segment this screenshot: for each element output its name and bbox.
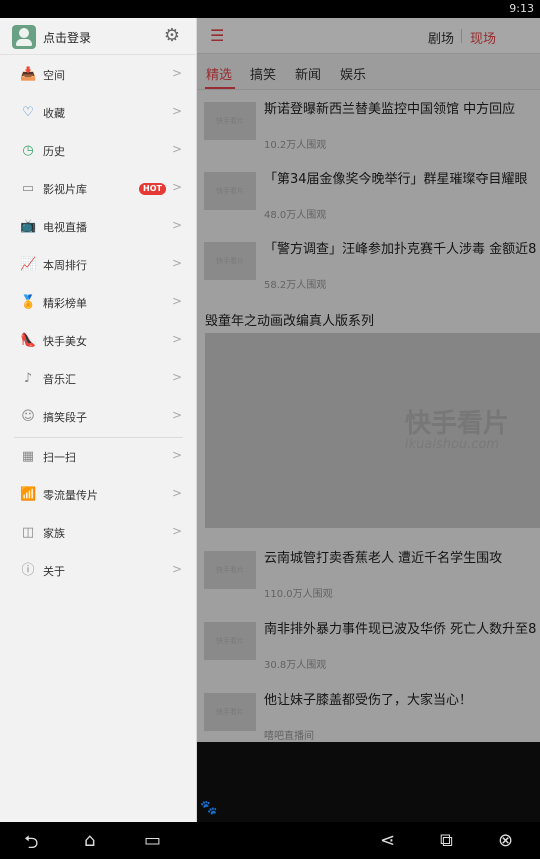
- chart-icon: 📈: [20, 257, 37, 272]
- drawer-item-tv-live[interactable]: 📺 电视直播 >: [0, 208, 197, 246]
- drawer-item-label: 扫一扫: [43, 451, 76, 464]
- chevron-right-icon: >: [172, 370, 183, 384]
- chevron-right-icon: >: [172, 486, 183, 500]
- drawer-item-history[interactable]: ◷ 历史 >: [0, 132, 197, 170]
- status-bar: 9:13: [0, 0, 540, 18]
- recent-apps-icon[interactable]: ▭: [144, 830, 161, 851]
- avatar[interactable]: [12, 25, 36, 49]
- status-time: 9:13: [509, 2, 534, 15]
- heart-icon: ♡: [22, 105, 34, 120]
- drawer-item-label: 本周排行: [43, 259, 87, 272]
- drawer-item-scan[interactable]: ▦ 扫一扫 >: [0, 438, 197, 476]
- drawer-item-label: 收藏: [43, 107, 65, 120]
- smile-icon: ☺: [21, 409, 35, 424]
- drawer-item-label: 音乐汇: [43, 373, 76, 386]
- drawer-item-label: 家族: [43, 527, 65, 540]
- info-icon: ⓘ: [21, 563, 35, 578]
- chevron-right-icon: >: [172, 408, 183, 422]
- drawer-item-weekly-rank[interactable]: 📈 本周排行 >: [0, 246, 197, 284]
- drawer-item-label: 精彩榜单: [43, 297, 87, 310]
- chevron-right-icon: >: [172, 332, 183, 346]
- wifi-icon: 📶: [20, 487, 37, 502]
- drawer-item-film-library[interactable]: ▭ 影视片库 HOT >: [0, 170, 197, 208]
- home-icon[interactable]: ⌂: [84, 830, 95, 851]
- hot-badge: HOT: [139, 183, 166, 195]
- inbox-icon: 📥: [20, 67, 37, 82]
- gear-icon[interactable]: ⚙: [162, 26, 182, 46]
- chevron-right-icon: >: [172, 66, 183, 80]
- drawer-item-favorites[interactable]: ♡ 收藏 >: [0, 94, 197, 132]
- heels-icon: 👠: [20, 333, 37, 348]
- back-icon[interactable]: ⮌: [24, 830, 38, 859]
- drawer-item-label: 影视片库: [43, 183, 87, 196]
- chevron-right-icon: >: [172, 218, 183, 232]
- chevron-right-icon: >: [172, 524, 183, 538]
- film-icon: ▭: [21, 181, 35, 196]
- tv-icon: 📺: [20, 219, 37, 234]
- chevron-right-icon: >: [172, 448, 183, 462]
- login-link[interactable]: 点击登录: [43, 29, 91, 46]
- chevron-right-icon: >: [172, 180, 183, 194]
- drawer-item-music[interactable]: ♪ 音乐汇 >: [0, 360, 197, 398]
- share-icon[interactable]: ⋖: [380, 830, 395, 851]
- chevron-right-icon: >: [172, 562, 183, 576]
- drawer-item-label: 零流量传片: [43, 489, 98, 502]
- drawer-header: 点击登录 ⚙: [0, 18, 197, 55]
- chevron-right-icon: >: [172, 104, 183, 118]
- drawer-item-jokes[interactable]: ☺ 搞笑段子 >: [0, 398, 197, 436]
- qr-icon: ▦: [21, 449, 35, 464]
- cube-icon: ◫: [21, 525, 35, 540]
- drawer-item-label: 搞笑段子: [43, 411, 87, 424]
- drawer-item-label: 关于: [43, 565, 65, 578]
- chevron-right-icon: >: [172, 294, 183, 308]
- drawer-item-about[interactable]: ⓘ 关于 >: [0, 552, 197, 590]
- drawer-item-label: 空间: [43, 69, 65, 82]
- drawer-item-space[interactable]: 📥 空间 >: [0, 56, 197, 94]
- drawer-item-beauty[interactable]: 👠 快手美女 >: [0, 322, 197, 360]
- drawer-item-family[interactable]: ◫ 家族 >: [0, 514, 197, 552]
- screen-rotate-icon[interactable]: ⧉: [440, 830, 453, 851]
- paw-icon[interactable]: 🐾: [200, 800, 222, 820]
- music-icon: ♪: [23, 371, 33, 386]
- drawer-item-label: 电视直播: [43, 221, 87, 234]
- drawer-item-label: 历史: [43, 145, 65, 158]
- clock-icon: ◷: [22, 143, 34, 158]
- side-drawer: 点击登录 ⚙ 📥 空间 > ♡ 收藏 > ◷ 历史 > ▭ 影视片库 HOT >…: [0, 18, 197, 822]
- screen: 9:13 ☰ 剧场 现场 精选 搞笑 新闻 娱乐 快手看片 斯诺登曝新西兰替美监…: [0, 0, 540, 859]
- drawer-item-label: 快手美女: [43, 335, 87, 348]
- drawer-item-zero-traffic[interactable]: 📶 零流量传片 >: [0, 476, 197, 514]
- drawer-item-top-list[interactable]: 🏅 精彩榜单 >: [0, 284, 197, 322]
- chevron-right-icon: >: [172, 256, 183, 270]
- system-nav-bar: ⮌ ⌂ ▭ ⋖ ⧉ ⊗: [0, 822, 540, 859]
- chevron-right-icon: >: [172, 142, 183, 156]
- medal-icon: 🏅: [20, 295, 37, 310]
- close-icon[interactable]: ⊗: [498, 830, 513, 851]
